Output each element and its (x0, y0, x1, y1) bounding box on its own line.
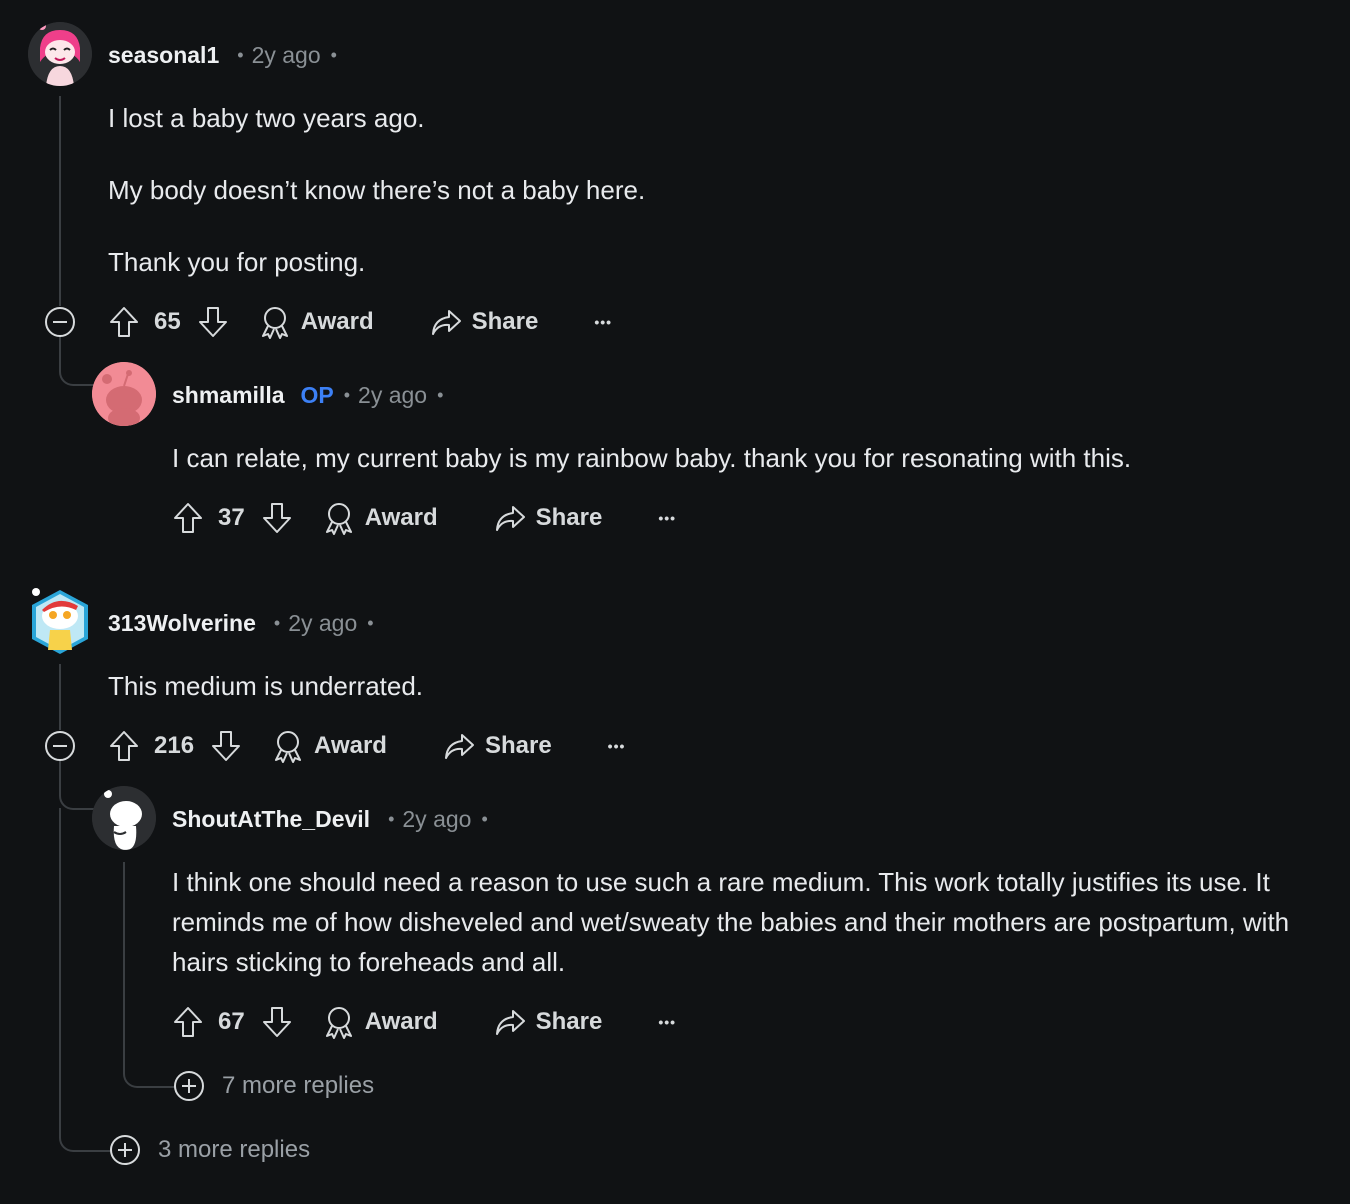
award-icon (325, 1007, 352, 1039)
award-icon (261, 307, 288, 339)
share-button[interactable]: Share (494, 503, 603, 533)
share-icon (495, 1010, 525, 1035)
share-label: Share (535, 1008, 603, 1035)
award-button[interactable]: Award (259, 305, 374, 339)
share-label: Share (471, 308, 539, 335)
separator: • (273, 612, 281, 633)
comment-text: I lost a baby two years ago. (108, 103, 425, 133)
avatar-image (28, 22, 92, 86)
upvote-icon[interactable] (108, 305, 140, 339)
separator: • (343, 384, 351, 405)
expand-icon (174, 1071, 204, 1101)
comment-actions: 67 Award Share ••• (172, 1002, 676, 1042)
more-replies-label: 3 more replies (158, 1136, 311, 1163)
comment-actions: 65 Award Share ••• (108, 302, 612, 342)
username[interactable]: shmamilla (172, 382, 285, 409)
timestamp[interactable]: 2y ago (358, 382, 427, 409)
comment-meta: seasonal1 • 2y ago • (108, 40, 337, 70)
award-label: Award (364, 1008, 438, 1035)
collapse-icon[interactable] (45, 731, 75, 761)
comment-text: Thank you for posting. (108, 247, 366, 277)
award-button[interactable]: Award (323, 1005, 438, 1039)
comment-meta: shmamilla OP • 2y ago • (172, 380, 443, 410)
share-button[interactable]: Share (443, 731, 552, 761)
award-label: Award (364, 504, 438, 531)
separator: • (481, 808, 488, 829)
avatar[interactable] (92, 362, 156, 426)
downvote-icon[interactable] (261, 1005, 293, 1039)
share-button[interactable]: Share (430, 307, 539, 337)
upvote-icon[interactable] (108, 729, 140, 763)
separator: • (437, 384, 444, 405)
separator: • (237, 44, 244, 65)
share-label: Share (535, 504, 603, 531)
separator: • (388, 808, 395, 829)
vote-score: 67 (218, 1008, 245, 1035)
downvote-icon[interactable] (197, 305, 229, 339)
username[interactable]: seasonal1 (108, 42, 219, 69)
separator: • (367, 612, 374, 633)
upvote-icon[interactable] (172, 1005, 204, 1039)
more-icon[interactable]: ••• (658, 1014, 676, 1030)
thread-line (59, 664, 61, 730)
avatar[interactable] (28, 588, 92, 654)
downvote-icon[interactable] (261, 501, 293, 535)
vote-score: 65 (154, 308, 181, 335)
vote-score: 216 (154, 732, 195, 759)
comment-text: My body doesn’t know there’s not a baby … (108, 175, 646, 205)
collapse-icon[interactable] (45, 307, 75, 337)
share-icon (444, 734, 474, 759)
avatar-image (92, 362, 156, 426)
more-icon[interactable]: ••• (594, 314, 612, 330)
comment-actions: 216 Award Share ••• (108, 726, 625, 766)
thread-connector (123, 862, 177, 1088)
award-label: Award (314, 732, 387, 759)
thread-connector (59, 808, 111, 1152)
thread-line (59, 96, 61, 306)
award-icon (275, 731, 302, 763)
more-replies-label: 7 more replies (222, 1072, 375, 1099)
comment-text: I can relate, my current baby is my rain… (172, 443, 1132, 473)
share-icon (431, 310, 461, 335)
vote-score: 37 (218, 504, 245, 531)
comment-text: I think one should need a reason to use … (172, 867, 1290, 977)
more-replies-nested[interactable]: 7 more replies (174, 1071, 374, 1101)
comment-actions: 37 Award Share ••• (172, 498, 676, 538)
username[interactable]: ShoutAtThe_Devil (172, 806, 370, 833)
award-icon (325, 503, 352, 535)
share-button[interactable]: Share (494, 1007, 603, 1037)
more-replies-top[interactable]: 3 more replies (110, 1135, 310, 1165)
upvote-icon[interactable] (172, 501, 204, 535)
timestamp[interactable]: 2y ago (288, 610, 357, 637)
award-label: Award (300, 308, 374, 335)
avatar[interactable] (92, 786, 156, 850)
timestamp[interactable]: 2y ago (252, 42, 321, 69)
award-button[interactable]: Award (323, 501, 438, 535)
comment-meta: ShoutAtThe_Devil • 2y ago • (172, 804, 488, 834)
more-icon[interactable]: ••• (608, 738, 626, 754)
username[interactable]: 313Wolverine (108, 610, 256, 637)
award-button[interactable]: Award (272, 729, 387, 763)
more-icon[interactable]: ••• (658, 510, 676, 526)
timestamp[interactable]: 2y ago (402, 806, 471, 833)
thread-connector (59, 336, 95, 386)
thread-connector (59, 760, 95, 810)
comment-text: This medium is underrated. (108, 671, 424, 701)
avatar-image (92, 786, 156, 850)
share-label: Share (484, 732, 552, 759)
op-badge: OP (300, 381, 334, 408)
downvote-icon[interactable] (210, 729, 242, 763)
avatar-image (32, 588, 88, 654)
comment-meta: 313Wolverine • 2y ago • (108, 608, 374, 638)
avatar[interactable] (28, 22, 92, 86)
share-icon (495, 506, 525, 531)
expand-icon (110, 1135, 140, 1165)
separator: • (330, 44, 337, 65)
